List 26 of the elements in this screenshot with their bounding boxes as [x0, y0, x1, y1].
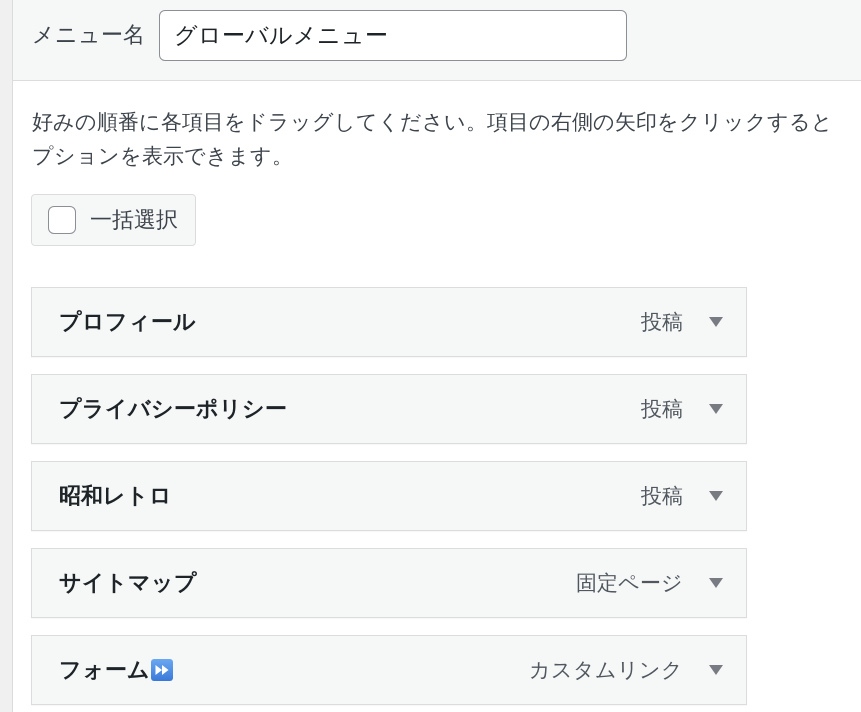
menu-item[interactable]: 昭和レトロ 投稿 [31, 461, 747, 531]
menu-item-title: サイトマップ [59, 570, 197, 598]
menu-item-type: 固定ページ [576, 570, 683, 597]
instruction-text: 好みの順番に各項目をドラッグしてください。項目の右側の矢印をクリックすると [32, 109, 833, 136]
menu-item-title: プライバシーポリシー [59, 396, 287, 424]
checkbox[interactable] [48, 206, 76, 234]
menu-item[interactable]: サイトマップ 固定ページ [31, 548, 747, 618]
menu-name-field[interactable]: グローバルメニュー [159, 10, 627, 61]
caret-icon[interactable] [709, 578, 723, 588]
menu-item-title: 昭和レトロ [59, 483, 172, 511]
caret-icon[interactable] [709, 317, 723, 327]
menu-item-type: 投稿 [641, 309, 683, 336]
select-all-toggle[interactable]: 一括選択 [31, 194, 196, 246]
caret-icon[interactable] [709, 404, 723, 414]
menu-name-label: メニュー名 [32, 22, 145, 50]
menu-item[interactable]: フォーム カスタムリンク [31, 635, 747, 705]
caret-icon[interactable] [709, 665, 723, 675]
menu-item-type: 投稿 [641, 396, 683, 423]
caret-icon[interactable] [709, 491, 723, 501]
menu-item-title: プロフィール [59, 309, 196, 337]
instruction-text: プションを表示できます。 [32, 143, 293, 170]
menu-item-type: カスタムリンク [529, 657, 683, 684]
menu-item-type: 投稿 [641, 483, 683, 510]
menu-item[interactable]: プロフィール 投稿 [31, 287, 747, 357]
menu-item[interactable]: プライバシーポリシー 投稿 [31, 374, 747, 444]
menu-item-title: フォーム [59, 657, 150, 685]
